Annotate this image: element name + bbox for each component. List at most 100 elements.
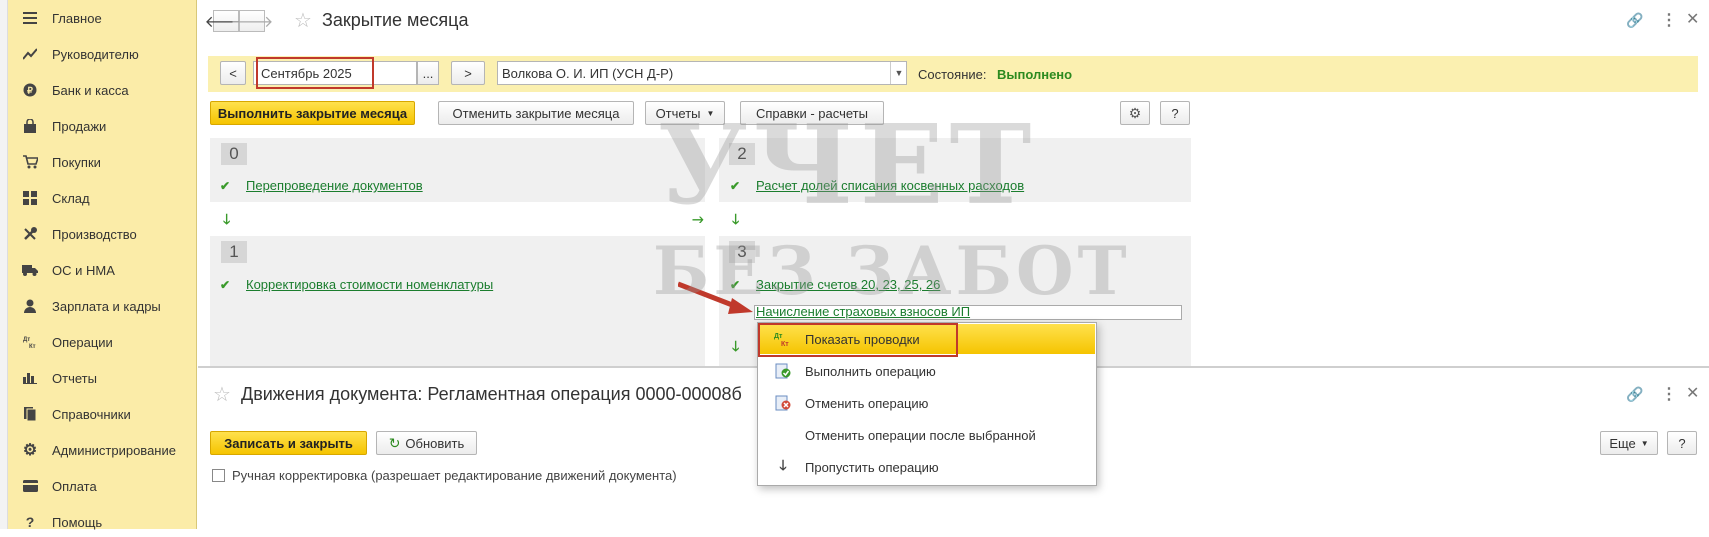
sidebar-item-label: Покупки — [52, 154, 101, 170]
forward-button[interactable]: 🡒 — [231, 10, 273, 32]
reports-label: Отчеты — [655, 105, 701, 121]
sidebar-item-label: Продажи — [52, 118, 107, 134]
help-button[interactable]: ? — [1667, 431, 1697, 455]
arrow-down-icon: 🡓 — [732, 338, 740, 354]
skip-down-icon: 🡓 — [779, 457, 787, 473]
sidebar-item-catalogs[interactable]: Справочники — [8, 399, 197, 429]
organization-select[interactable]: Волкова О. И. ИП (УСН Д-Р) — [497, 61, 907, 85]
person-icon — [22, 298, 38, 314]
menu-item-cancel-after-selected[interactable]: Отменить операции после выбранной — [759, 420, 1095, 450]
sidebar-item-label: Производство — [52, 226, 137, 242]
svg-text:Кт: Кт — [781, 341, 789, 347]
menu-item-label: Выполнить операцию — [805, 363, 936, 379]
more-vertical-icon[interactable]: ⋮ — [1661, 10, 1677, 30]
run-month-close-button[interactable]: Выполнить закрытие месяца — [210, 101, 415, 125]
menu-item-skip-operation[interactable]: 🡓 Пропустить операцию — [759, 452, 1095, 482]
gear-icon: ⚙ — [22, 442, 38, 459]
sidebar-item-label: Помощь — [52, 514, 103, 530]
menu-item-label: Показать проводки — [805, 331, 920, 347]
favorite-star-icon[interactable]: ☆ — [294, 8, 312, 33]
reports-dropdown-button[interactable]: Отчеты ▼ — [645, 101, 725, 125]
sidebar-item-fixed-assets[interactable]: ОС и НМА — [8, 255, 197, 285]
tools-icon — [22, 226, 38, 242]
sidebar-item-admin[interactable]: ⚙ Администрирование — [8, 435, 197, 465]
truck-icon — [22, 262, 38, 278]
sidebar-item-payment[interactable]: Оплата — [8, 471, 197, 501]
sidebar-item-reports[interactable]: Отчеты — [8, 363, 197, 393]
month-close-window: 🡐 🡒 ☆ Закрытие месяца 🔗 ⋮ ✕ < Сентябрь 2… — [198, 0, 1709, 368]
sidebar-item-purchases[interactable]: Покупки — [8, 147, 197, 177]
page-title: Закрытие месяца — [322, 10, 469, 30]
sidebar-item-operations[interactable]: Дт Кт Операции — [8, 327, 197, 357]
pointer-arrow-icon — [678, 281, 753, 314]
sidebar: Главное Руководителю ₽ Банк и касса Прод… — [8, 0, 197, 530]
link-icon[interactable]: 🔗 — [1626, 12, 1643, 29]
menu-item-run-operation[interactable]: Выполнить операцию — [759, 356, 1095, 386]
operation-link-insurance-contributions[interactable]: Начисление страховых взносов ИП — [756, 304, 970, 319]
close-icon[interactable]: ✕ — [1686, 9, 1699, 29]
sidebar-item-label: Зарплата и кадры — [52, 298, 161, 314]
save-and-close-button[interactable]: Записать и закрыть — [210, 431, 367, 455]
cart-icon — [22, 154, 38, 170]
period-pick-button[interactable]: ... — [417, 61, 439, 85]
question-icon: ? — [25, 514, 35, 530]
menu-item-show-postings[interactable]: Дт Кт Показать проводки — [759, 324, 1095, 354]
menu-icon — [22, 10, 38, 26]
refresh-button[interactable]: ↻ Обновить — [376, 431, 477, 455]
sidebar-item-label: Отчеты — [52, 370, 97, 386]
page-title: Движения документа: Регламентная операци… — [241, 384, 742, 404]
period-next-button[interactable]: > — [451, 61, 485, 85]
operation-link-close-accounts[interactable]: Закрытие счетов 20, 23, 25, 26 — [756, 277, 940, 292]
manual-edit-checkbox[interactable] — [212, 469, 225, 482]
sidebar-item-label: Главное — [52, 10, 102, 26]
sidebar-item-main[interactable]: Главное — [8, 3, 197, 33]
more-dropdown-button[interactable]: Еще ▼ — [1600, 431, 1658, 455]
svg-text:Дт: Дт — [23, 337, 30, 343]
sidebar-item-label: Склад — [52, 190, 90, 206]
books-icon — [22, 406, 38, 422]
period-input[interactable]: Сентябрь 2025 — [253, 61, 417, 85]
svg-text:Кт: Кт — [29, 344, 36, 349]
sidebar-item-sales[interactable]: Продажи — [8, 111, 197, 141]
bar-chart-icon — [22, 370, 38, 386]
cancel-op-icon — [773, 395, 793, 411]
trend-icon — [22, 46, 38, 62]
main-area: 🡐 🡒 ☆ Закрытие месяца 🔗 ⋮ ✕ < Сентябрь 2… — [198, 0, 1709, 529]
check-icon: ✔ — [220, 278, 231, 292]
chevron-down-icon[interactable]: ▼ — [890, 62, 907, 84]
grid-icon — [22, 190, 38, 206]
check-icon: ✔ — [730, 179, 741, 193]
chevron-down-icon: ▼ — [706, 108, 715, 118]
gear-icon: ⚙ — [1128, 104, 1142, 121]
operation-link-indirect-costs[interactable]: Расчет долей списания косвенных расходов — [756, 178, 1024, 193]
favorite-star-icon[interactable]: ☆ — [213, 382, 231, 407]
sidebar-item-label: ОС и НМА — [52, 262, 115, 278]
sidebar-item-help[interactable]: ? Помощь — [8, 507, 197, 537]
sidebar-item-production[interactable]: Производство — [8, 219, 197, 249]
sidebar-item-director[interactable]: Руководителю — [8, 39, 197, 69]
sidebar-item-warehouse[interactable]: Склад — [8, 183, 197, 213]
card-icon — [22, 478, 38, 494]
svg-text:₽: ₽ — [27, 86, 33, 96]
more-vertical-icon[interactable]: ⋮ — [1661, 384, 1677, 404]
sidebar-item-label: Оплата — [52, 478, 97, 494]
sidebar-item-label: Справочники — [52, 406, 131, 422]
dt-kt-icon: Дт Кт — [773, 331, 793, 347]
state-label: Состояние: — [918, 67, 987, 82]
settings-button[interactable]: ⚙ — [1120, 101, 1150, 125]
step-number: 0 — [221, 143, 247, 165]
sidebar-item-bank[interactable]: ₽ Банк и касса — [8, 75, 197, 105]
bag-icon — [22, 118, 38, 134]
period-prev-button[interactable]: < — [220, 61, 246, 85]
help-button[interactable]: ? — [1160, 101, 1190, 125]
cancel-month-close-button[interactable]: Отменить закрытие месяца — [438, 101, 634, 125]
menu-item-cancel-operation[interactable]: Отменить операцию — [759, 388, 1095, 418]
more-label: Еще — [1609, 435, 1636, 451]
left-edge-strip — [0, 0, 8, 529]
close-icon[interactable]: ✕ — [1686, 383, 1699, 403]
operation-link-cost-adjustment[interactable]: Корректировка стоимости номенклатуры — [246, 277, 493, 292]
link-icon[interactable]: 🔗 — [1626, 386, 1643, 403]
operation-link-reposting[interactable]: Перепроведение документов — [246, 178, 423, 193]
sidebar-item-salary[interactable]: Зарплата и кадры — [8, 291, 197, 321]
references-button[interactable]: Справки - расчеты — [740, 101, 884, 125]
